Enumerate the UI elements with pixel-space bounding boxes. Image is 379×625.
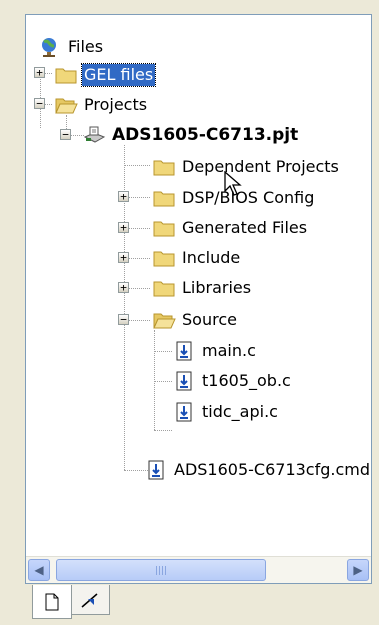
- expand-generated-button[interactable]: +: [118, 222, 129, 233]
- tree-node-label: Generated Files: [182, 218, 308, 237]
- tree-node-main-c[interactable]: main.c: [172, 337, 258, 365]
- tree-node-label: main.c: [202, 341, 256, 360]
- source-file-icon: [176, 402, 192, 422]
- expand-gel-button[interactable]: +: [34, 67, 45, 78]
- tree-node-label: Dependent Projects: [182, 157, 339, 176]
- file-view-tab[interactable]: [32, 585, 72, 619]
- tree-node-project[interactable]: ADS1605-C6713.pjt: [82, 121, 300, 149]
- tree-node-label: GEL files: [80, 63, 157, 87]
- tree-node-cmd-file[interactable]: ADS1605-C6713cfg.cmd: [144, 456, 371, 484]
- source-file-icon: [176, 341, 192, 361]
- source-file-icon: [148, 460, 164, 480]
- tree-node-projects[interactable]: Projects: [54, 91, 149, 119]
- tree-node-include[interactable]: Include: [152, 244, 242, 272]
- folder-closed-icon: [55, 68, 77, 84]
- expand-libraries-button[interactable]: +: [118, 282, 129, 293]
- tree-node-tidc-api-c[interactable]: tidc_api.c: [172, 398, 280, 426]
- scroll-left-button[interactable]: ◀: [28, 559, 50, 581]
- tree-node-label: DSP/BIOS Config: [182, 188, 315, 207]
- folder-closed-icon: [153, 160, 175, 176]
- source-file-icon: [176, 371, 192, 391]
- scroll-grip-icon: [156, 566, 166, 575]
- tree-node-source[interactable]: Source: [152, 306, 239, 334]
- collapse-project-button[interactable]: −: [60, 129, 71, 140]
- tree-node-libraries[interactable]: Libraries: [152, 274, 253, 302]
- tree-node-label: ADS1605-C6713.pjt: [112, 125, 299, 145]
- file-tree-panel: Files + GEL files − Projects − ADS1605-C…: [25, 14, 372, 584]
- tree-node-t1605-ob-c[interactable]: t1605_ob.c: [172, 367, 293, 395]
- tree-node-label: ADS1605-C6713cfg.cmd: [174, 460, 371, 479]
- collapse-projects-button[interactable]: −: [34, 98, 45, 109]
- tree-node-label: Files: [68, 37, 104, 56]
- tree-node-gel-files[interactable]: GEL files: [54, 61, 157, 89]
- expand-include-button[interactable]: +: [118, 252, 129, 263]
- collapse-source-button[interactable]: −: [118, 314, 129, 325]
- globe-icon: [42, 38, 56, 57]
- tree-node-label: Source: [182, 310, 237, 329]
- folder-open-icon: [55, 98, 78, 114]
- tree-node-label: tidc_api.c: [202, 402, 278, 421]
- project-tree: Files + GEL files − Projects − ADS1605-C…: [26, 15, 371, 555]
- tree-node-label: Include: [182, 248, 241, 267]
- folder-closed-icon: [153, 191, 175, 207]
- scroll-right-button[interactable]: ▶: [347, 559, 369, 581]
- folder-open-icon: [153, 313, 176, 329]
- scroll-thumb[interactable]: [56, 559, 266, 581]
- bookmark-tab[interactable]: [70, 585, 110, 615]
- tree-node-label: Projects: [84, 95, 148, 114]
- bookmark-icon: [81, 592, 98, 608]
- folder-closed-icon: [153, 281, 175, 297]
- tree-node-label: Libraries: [182, 278, 252, 297]
- tree-node-dspbios-config[interactable]: DSP/BIOS Config: [152, 184, 316, 212]
- page-icon: [45, 593, 59, 610]
- tree-node-dependent-projects[interactable]: Dependent Projects: [152, 153, 341, 181]
- tree-node-files[interactable]: Files: [38, 33, 105, 61]
- folder-closed-icon: [153, 251, 175, 267]
- project-icon: [83, 126, 106, 143]
- horizontal-scrollbar[interactable]: ◀ ▶: [26, 556, 371, 583]
- expand-dspbios-button[interactable]: +: [118, 191, 129, 202]
- folder-closed-icon: [153, 221, 175, 237]
- tree-node-label: t1605_ob.c: [202, 371, 291, 390]
- tree-node-generated-files[interactable]: Generated Files: [152, 214, 309, 242]
